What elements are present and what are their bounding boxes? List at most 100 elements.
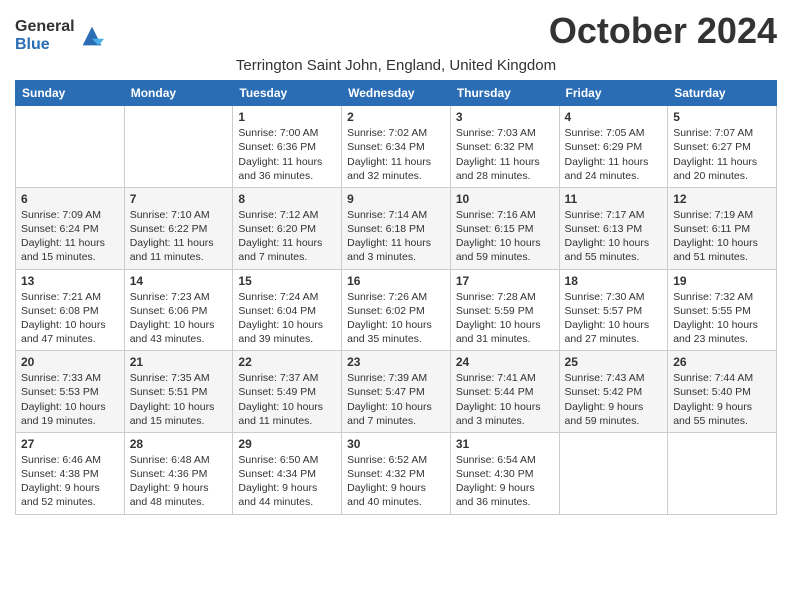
day-number: 31	[456, 437, 554, 451]
day-number: 3	[456, 110, 554, 124]
calendar-day-header: Monday	[124, 81, 233, 106]
day-number: 17	[456, 274, 554, 288]
day-number: 7	[130, 192, 228, 206]
day-number: 10	[456, 192, 554, 206]
day-info: Sunrise: 7:23 AM Sunset: 6:06 PM Dayligh…	[130, 290, 228, 347]
day-number: 12	[673, 192, 771, 206]
day-info: Sunrise: 7:07 AM Sunset: 6:27 PM Dayligh…	[673, 126, 771, 183]
calendar-cell: 31 Sunrise: 6:54 AM Sunset: 4:30 PM Dayli…	[450, 432, 559, 514]
subtitle: Terrington Saint John, England, United K…	[15, 57, 777, 74]
day-number: 8	[238, 192, 336, 206]
calendar-cell: 21 Sunrise: 7:35 AM Sunset: 5:51 PM Dayli…	[124, 351, 233, 433]
day-info: Sunrise: 7:17 AM Sunset: 6:13 PM Dayligh…	[565, 208, 663, 265]
calendar-cell: 5 Sunrise: 7:07 AM Sunset: 6:27 PM Daylig…	[668, 106, 777, 188]
day-number: 2	[347, 110, 445, 124]
day-info: Sunrise: 7:14 AM Sunset: 6:18 PM Dayligh…	[347, 208, 445, 265]
day-info: Sunrise: 7:24 AM Sunset: 6:04 PM Dayligh…	[238, 290, 336, 347]
calendar-cell: 29Sunrise: 6:50 AM Sunset: 4:34 PM Dayli…	[233, 432, 342, 514]
day-info: Sunrise: 7:30 AM Sunset: 5:57 PM Dayligh…	[565, 290, 663, 347]
day-info: Sunrise: 6:52 AM Sunset: 4:32 PM Dayligh…	[347, 453, 445, 510]
calendar-cell: 25 Sunrise: 7:43 AM Sunset: 5:42 PM Dayli…	[559, 351, 668, 433]
day-info: Sunrise: 7:44 AM Sunset: 5:40 PM Dayligh…	[673, 371, 771, 428]
day-number: 27	[21, 437, 119, 451]
logo-general-text: General	[15, 18, 75, 36]
logo-blue-text: Blue	[15, 36, 75, 54]
calendar-day-header: Thursday	[450, 81, 559, 106]
month-title: October 2024	[549, 10, 777, 52]
day-number: 23	[347, 355, 445, 369]
day-info: Sunrise: 7:05 AM Sunset: 6:29 PM Dayligh…	[565, 126, 663, 183]
calendar-cell: 3 Sunrise: 7:03 AM Sunset: 6:32 PM Daylig…	[450, 106, 559, 188]
calendar-cell: 20 Sunrise: 7:33 AM Sunset: 5:53 PM Dayli…	[16, 351, 125, 433]
day-info: Sunrise: 7:02 AM Sunset: 6:34 PM Dayligh…	[347, 126, 445, 183]
calendar-cell: 11Sunrise: 7:17 AM Sunset: 6:13 PM Dayli…	[559, 187, 668, 269]
calendar-cell: 30 Sunrise: 6:52 AM Sunset: 4:32 PM Dayli…	[342, 432, 451, 514]
calendar-week-row: 20 Sunrise: 7:33 AM Sunset: 5:53 PM Dayli…	[16, 351, 777, 433]
day-info: Sunrise: 7:33 AM Sunset: 5:53 PM Dayligh…	[21, 371, 119, 428]
day-number: 4	[565, 110, 663, 124]
calendar-cell: 10 Sunrise: 7:16 AM Sunset: 6:15 PM Dayli…	[450, 187, 559, 269]
calendar-cell: 22Sunrise: 7:37 AM Sunset: 5:49 PM Dayli…	[233, 351, 342, 433]
calendar-day-header: Wednesday	[342, 81, 451, 106]
calendar-cell: 2 Sunrise: 7:02 AM Sunset: 6:34 PM Daylig…	[342, 106, 451, 188]
day-info: Sunrise: 7:35 AM Sunset: 5:51 PM Dayligh…	[130, 371, 228, 428]
day-info: Sunrise: 7:10 AM Sunset: 6:22 PM Dayligh…	[130, 208, 228, 265]
day-info: Sunrise: 7:28 AM Sunset: 5:59 PM Dayligh…	[456, 290, 554, 347]
day-info: Sunrise: 7:12 AM Sunset: 6:20 PM Dayligh…	[238, 208, 336, 265]
day-number: 30	[347, 437, 445, 451]
day-info: Sunrise: 7:09 AM Sunset: 6:24 PM Dayligh…	[21, 208, 119, 265]
calendar-cell: 24 Sunrise: 7:41 AM Sunset: 5:44 PM Dayli…	[450, 351, 559, 433]
calendar-week-row: 27 Sunrise: 6:46 AM Sunset: 4:38 PM Dayli…	[16, 432, 777, 514]
calendar-cell: 26 Sunrise: 7:44 AM Sunset: 5:40 PM Dayli…	[668, 351, 777, 433]
calendar-cell: 13Sunrise: 7:21 AM Sunset: 6:08 PM Dayli…	[16, 269, 125, 351]
calendar-cell: 14Sunrise: 7:23 AM Sunset: 6:06 PM Dayli…	[124, 269, 233, 351]
day-number: 19	[673, 274, 771, 288]
calendar-day-header: Sunday	[16, 81, 125, 106]
calendar-cell	[16, 106, 125, 188]
day-number: 16	[347, 274, 445, 288]
day-number: 25	[565, 355, 663, 369]
calendar-cell: 4 Sunrise: 7:05 AM Sunset: 6:29 PM Daylig…	[559, 106, 668, 188]
calendar-cell: 19 Sunrise: 7:32 AM Sunset: 5:55 PM Dayli…	[668, 269, 777, 351]
day-number: 5	[673, 110, 771, 124]
day-number: 1	[238, 110, 336, 124]
day-number: 26	[673, 355, 771, 369]
day-info: Sunrise: 6:54 AM Sunset: 4:30 PM Dayligh…	[456, 453, 554, 510]
logo-icon	[78, 22, 106, 50]
day-number: 24	[456, 355, 554, 369]
calendar-cell	[559, 432, 668, 514]
calendar-cell: 23 Sunrise: 7:39 AM Sunset: 5:47 PM Dayli…	[342, 351, 451, 433]
day-info: Sunrise: 7:03 AM Sunset: 6:32 PM Dayligh…	[456, 126, 554, 183]
calendar-day-header: Saturday	[668, 81, 777, 106]
day-info: Sunrise: 6:48 AM Sunset: 4:36 PM Dayligh…	[130, 453, 228, 510]
logo: General Blue	[15, 18, 106, 53]
day-number: 21	[130, 355, 228, 369]
calendar-table: SundayMondayTuesdayWednesdayThursdayFrid…	[15, 80, 777, 514]
day-info: Sunrise: 7:26 AM Sunset: 6:02 PM Dayligh…	[347, 290, 445, 347]
day-info: Sunrise: 7:37 AM Sunset: 5:49 PM Dayligh…	[238, 371, 336, 428]
day-info: Sunrise: 7:32 AM Sunset: 5:55 PM Dayligh…	[673, 290, 771, 347]
day-number: 29	[238, 437, 336, 451]
calendar-cell: 15Sunrise: 7:24 AM Sunset: 6:04 PM Dayli…	[233, 269, 342, 351]
day-info: Sunrise: 7:39 AM Sunset: 5:47 PM Dayligh…	[347, 371, 445, 428]
calendar-cell	[124, 106, 233, 188]
day-number: 9	[347, 192, 445, 206]
day-info: Sunrise: 7:43 AM Sunset: 5:42 PM Dayligh…	[565, 371, 663, 428]
calendar-header-row: SundayMondayTuesdayWednesdayThursdayFrid…	[16, 81, 777, 106]
calendar-day-header: Tuesday	[233, 81, 342, 106]
day-number: 20	[21, 355, 119, 369]
calendar-cell: 9 Sunrise: 7:14 AM Sunset: 6:18 PM Daylig…	[342, 187, 451, 269]
calendar-cell: 17 Sunrise: 7:28 AM Sunset: 5:59 PM Dayli…	[450, 269, 559, 351]
day-info: Sunrise: 6:46 AM Sunset: 4:38 PM Dayligh…	[21, 453, 119, 510]
calendar-cell: 6Sunrise: 7:09 AM Sunset: 6:24 PM Daylig…	[16, 187, 125, 269]
day-number: 28	[130, 437, 228, 451]
day-number: 18	[565, 274, 663, 288]
day-info: Sunrise: 7:41 AM Sunset: 5:44 PM Dayligh…	[456, 371, 554, 428]
day-info: Sunrise: 7:16 AM Sunset: 6:15 PM Dayligh…	[456, 208, 554, 265]
day-info: Sunrise: 7:21 AM Sunset: 6:08 PM Dayligh…	[21, 290, 119, 347]
calendar-cell: 7 Sunrise: 7:10 AM Sunset: 6:22 PM Daylig…	[124, 187, 233, 269]
calendar-week-row: 13Sunrise: 7:21 AM Sunset: 6:08 PM Dayli…	[16, 269, 777, 351]
calendar-cell: 8 Sunrise: 7:12 AM Sunset: 6:20 PM Daylig…	[233, 187, 342, 269]
calendar-cell: 18 Sunrise: 7:30 AM Sunset: 5:57 PM Dayli…	[559, 269, 668, 351]
calendar-day-header: Friday	[559, 81, 668, 106]
